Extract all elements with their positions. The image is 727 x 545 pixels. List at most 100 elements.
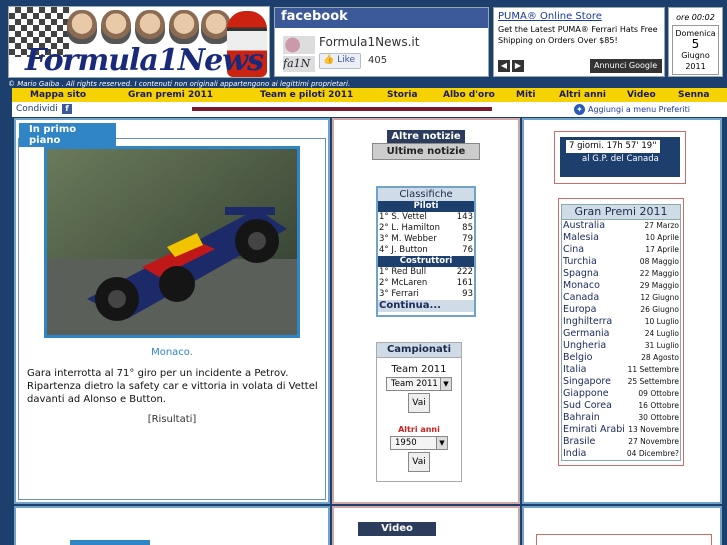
- nav-item-senna[interactable]: Senna: [678, 88, 709, 102]
- year-select[interactable]: 1950 ▼: [390, 436, 448, 450]
- nav-item-mappa-sito[interactable]: Mappa sito: [30, 88, 86, 102]
- driver-row[interactable]: 3° M. Webber 79: [378, 234, 474, 245]
- nav-item-video[interactable]: Video: [627, 88, 656, 102]
- race-row[interactable]: Europa 26 Giugno: [562, 304, 680, 316]
- facebook-page-thumbnail[interactable]: [283, 36, 315, 54]
- ad-text[interactable]: Get the Latest PUMA® Ferrari Hats Free S…: [498, 24, 658, 46]
- race-row[interactable]: Sud Corea 16 Ottobre: [562, 400, 680, 412]
- like-label: Like: [337, 55, 356, 65]
- nav-item-altri-anni[interactable]: Altri anni: [559, 88, 606, 102]
- favorites-icon[interactable]: ✦: [574, 104, 585, 115]
- calendar-title: Gran Premi 2011: [562, 205, 680, 220]
- date-month: Giugno: [681, 51, 710, 60]
- driver-portrait-3: [135, 10, 165, 44]
- share-bar: Condividi f ✦ Aggiungi a menu Preferiti: [12, 102, 727, 117]
- race-row[interactable]: Singapore 25 Settembre: [562, 376, 680, 388]
- bottom-left-panel: [14, 506, 330, 545]
- standings-table: Classifiche Piloti 1° S. Vettel 143 2° L.…: [376, 186, 476, 317]
- facebook-like-count: 405: [368, 55, 388, 66]
- team-row[interactable]: 3° Ferrari 93: [378, 289, 474, 300]
- race-row[interactable]: Ungheria 31 Luglio: [562, 340, 680, 352]
- add-favorites-link[interactable]: Aggiungi a menu Preferiti: [588, 105, 690, 114]
- results-link[interactable]: [Risultati]: [14, 414, 330, 425]
- race-row[interactable]: Emirati Arabi 13 Novembre: [562, 424, 680, 436]
- race-row[interactable]: Italia 11 Settembre: [562, 364, 680, 376]
- google-ad: PUMA® Online Store Get the Latest PUMA® …: [493, 7, 665, 77]
- chevron-down-icon: ▼: [440, 378, 451, 390]
- nav-item-miti[interactable]: Miti: [516, 88, 535, 102]
- copyright-notice: © Mario Gaiba . All rights reserved. I c…: [8, 80, 351, 88]
- teams-header: Costruttori: [378, 256, 474, 267]
- facebook-page-thumbnail-logo[interactable]: fa1N: [283, 56, 315, 72]
- other-years-label: Altri anni: [398, 425, 440, 434]
- race-row[interactable]: Spagna 22 Maggio: [562, 268, 680, 280]
- race-row[interactable]: Belgio 28 Agosto: [562, 352, 680, 364]
- driver-row[interactable]: 1° S. Vettel 143: [378, 212, 474, 223]
- team-go-button[interactable]: Vai: [408, 393, 430, 413]
- bottom-right-box: [536, 534, 712, 545]
- date-day: 5: [691, 37, 700, 51]
- drivers-header: Piloti: [378, 201, 474, 212]
- race-row[interactable]: Malesia 10 Aprile: [562, 232, 680, 244]
- team-row[interactable]: 1° Red Bull 222: [378, 267, 474, 278]
- countdown-label: al G.P. del Canada: [582, 154, 659, 164]
- photo-caption[interactable]: Monaco.: [14, 347, 330, 358]
- share-label: Condividi: [16, 104, 58, 114]
- calendar-date: Domenica 5 Giugno 2011: [672, 25, 719, 75]
- championships-title: Campionati: [377, 343, 461, 358]
- race-row[interactable]: Cina 17 Aprile: [562, 244, 680, 256]
- facebook-share-icon[interactable]: f: [62, 104, 72, 114]
- driver-row[interactable]: 4° J. Button 76: [378, 245, 474, 256]
- nav-item-albo-oro[interactable]: Albo d'oro: [443, 88, 495, 102]
- date-year: 2011: [685, 62, 706, 71]
- standings-title: Classifiche: [378, 188, 474, 201]
- driver-portrait-1: [67, 10, 97, 44]
- site-logo[interactable]: Formula1News: [8, 6, 270, 78]
- team-row[interactable]: 2° McLaren 161: [378, 278, 474, 289]
- chevron-left-icon[interactable]: ◀: [498, 60, 510, 72]
- altre-notizie-tag: Altre notizie: [387, 130, 465, 143]
- nav-item-storia[interactable]: Storia: [387, 88, 418, 102]
- driver-row[interactable]: 2° L. Hamilton 85: [378, 223, 474, 234]
- page-header: Formula1News facebook fa1N Formula1News.…: [0, 0, 727, 80]
- thumbs-up-icon: 👍: [323, 55, 335, 65]
- divider-bar: [192, 107, 492, 111]
- race-row[interactable]: India 04 Dicembre?: [562, 448, 680, 460]
- race-row[interactable]: Bahrain 30 Ottobre: [562, 412, 680, 424]
- race-row[interactable]: Brasile 27 Novembre: [562, 436, 680, 448]
- nav-item-gran-premi[interactable]: Gran premi 2011: [128, 88, 213, 102]
- race-calendar: Gran Premi 2011 Australia 27 Marzo Malesi…: [561, 204, 681, 461]
- clock-time: ore 00:02: [676, 13, 715, 22]
- nav-item-team-piloti[interactable]: Team e piloti 2011: [260, 88, 353, 102]
- year-go-button[interactable]: Vai: [408, 452, 430, 472]
- facebook-page-name[interactable]: Formula1News.it: [319, 35, 419, 49]
- championships-box: Campionati Team 2011 Team 2011 ▼ Vai Altr…: [376, 342, 462, 482]
- video-tag: Video: [358, 522, 436, 536]
- race-row[interactable]: Monaco 29 Maggio: [562, 280, 680, 292]
- driver-portrait-2: [101, 10, 131, 44]
- featured-race-photo[interactable]: [44, 146, 300, 338]
- team-label: Team 2011: [391, 364, 447, 375]
- race-row[interactable]: Australia 27 Marzo: [562, 220, 680, 232]
- race-row[interactable]: Giappone 09 Ottobre: [562, 388, 680, 400]
- f1-car-image: [47, 149, 297, 335]
- driver-portrait-4: [169, 10, 199, 44]
- facebook-like-button[interactable]: 👍 Like: [319, 53, 361, 69]
- facebook-title: facebook: [275, 8, 488, 28]
- race-row[interactable]: Inghilterra 10 Luglio: [562, 316, 680, 328]
- ultime-notizie-button[interactable]: Ultime notizie: [372, 143, 480, 160]
- bottom-left-tag: [70, 540, 150, 545]
- ad-attribution-label[interactable]: Annunci Google: [590, 59, 662, 73]
- countdown-box: 7 giorni. 17h 57' 19'' al G.P. del Canad…: [560, 137, 680, 177]
- logo-text: Formula1News: [25, 43, 264, 78]
- featured-tag: In primo piano: [19, 123, 116, 147]
- team-select[interactable]: Team 2011 ▼: [386, 377, 452, 391]
- race-row[interactable]: Germania 24 Luglio: [562, 328, 680, 340]
- race-row[interactable]: Turchia 08 Maggio: [562, 256, 680, 268]
- featured-story-text: Gara interrotta al 71° giro per un incid…: [27, 368, 318, 405]
- chevron-right-icon[interactable]: ▶: [512, 60, 524, 72]
- ad-title-link[interactable]: PUMA® Online Store: [498, 11, 602, 22]
- chevron-down-icon: ▼: [436, 437, 447, 449]
- standings-more-link[interactable]: Continua...: [378, 300, 474, 312]
- race-row[interactable]: Canada 12 Giugno: [562, 292, 680, 304]
